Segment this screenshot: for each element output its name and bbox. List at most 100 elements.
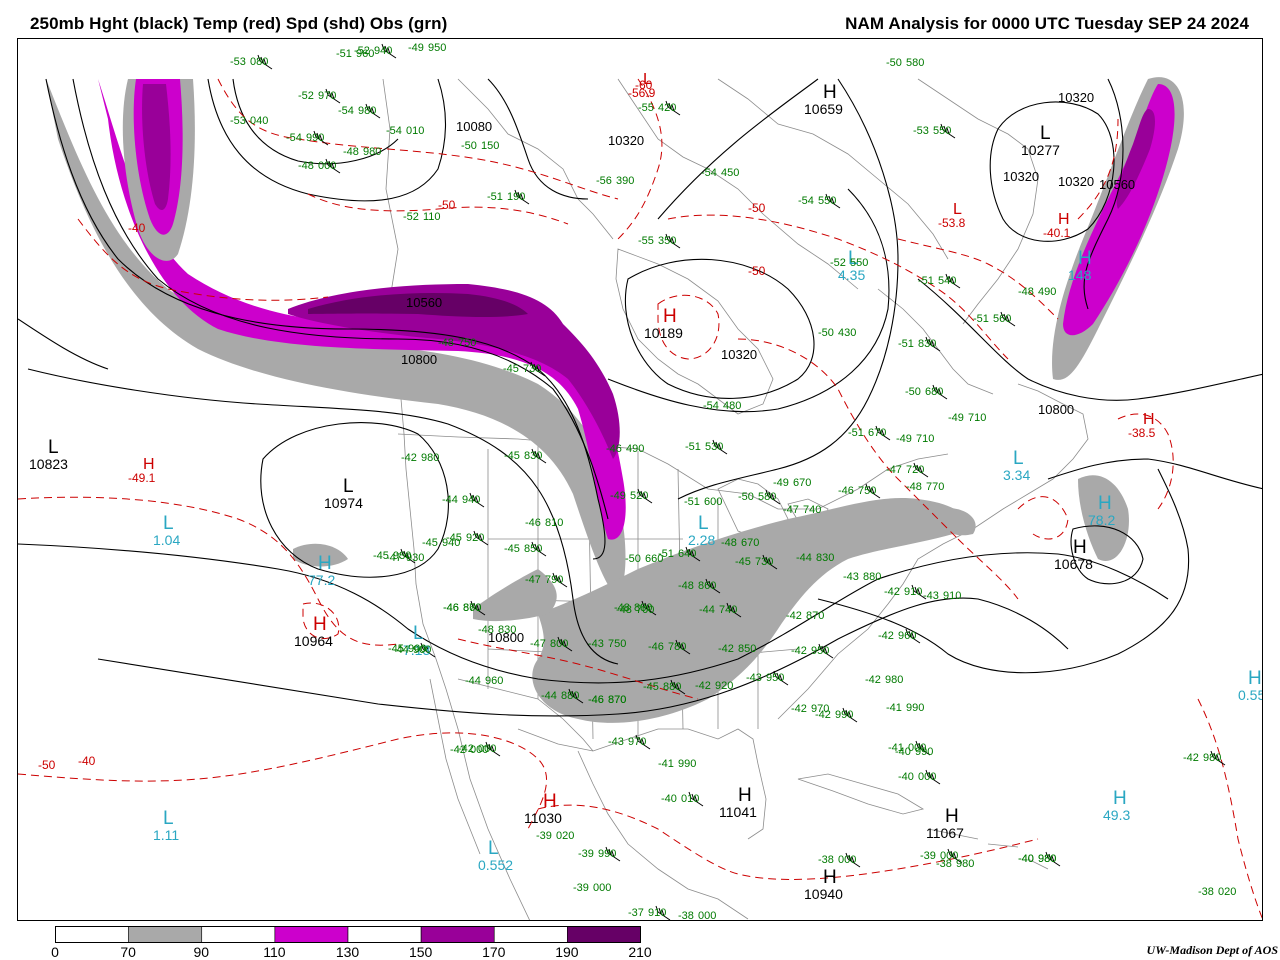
station-height: 490 [626, 443, 644, 455]
station-height: 710 [916, 433, 934, 445]
station-height: 750 [608, 638, 626, 650]
temp-extremum-value: -49.1 [128, 471, 156, 485]
station-temperature: -38 [818, 854, 834, 866]
colorbar-tick-label: 110 [263, 944, 286, 960]
colorbar-tick-label: 170 [482, 944, 506, 960]
station-height: 020 [1218, 886, 1236, 898]
station-temperature: -51 [685, 441, 701, 453]
jet-shade-110-ne [1063, 84, 1175, 336]
us-canada-border [397, 433, 949, 510]
station-height: 580 [758, 491, 776, 503]
height-contour-label: 10080 [456, 119, 492, 134]
height-contour-label: 10320 [1058, 90, 1094, 105]
colorbar-segment [567, 926, 641, 943]
station-temperature: -42 [786, 610, 802, 622]
colorbar-segment [274, 926, 349, 943]
station-temperature: -42 [458, 743, 474, 755]
station-height: 830 [816, 552, 834, 564]
extremum-letter: H [1248, 668, 1262, 689]
station-height: 640 [678, 548, 696, 560]
extremum-value: 10974 [324, 495, 363, 511]
extremum-letter: H [1113, 788, 1127, 809]
station-height: 550 [933, 125, 951, 137]
extremum-letter: L [163, 808, 174, 829]
colorbar-tick-label: 190 [555, 944, 579, 960]
station-height: 980 [363, 146, 381, 158]
extremum-letter: H [1073, 537, 1087, 558]
station-height: 790 [545, 574, 563, 586]
station-height: 710 [968, 412, 986, 424]
extremum-value: 11067 [926, 825, 964, 841]
station-height: 870 [806, 610, 824, 622]
station-temperature: -48 [1018, 286, 1034, 298]
temp-extremum-value: -38.5 [1128, 426, 1156, 440]
station-temperature: -52 [403, 211, 419, 223]
station-height: 980 [956, 858, 974, 870]
extremum-value: 4.35 [838, 267, 865, 283]
canada-arctic-1 [457, 78, 614, 240]
extremum-letter: H [313, 614, 327, 635]
station-height: 350 [658, 235, 676, 247]
station-temperature: -52 [830, 257, 846, 269]
station-temperature: -43 [923, 590, 939, 602]
colorbar-tick-label: 130 [335, 944, 360, 960]
station-height: 780 [668, 641, 686, 653]
height-contour-label: 10320 [1003, 169, 1039, 184]
extremum-value: 77.2 [308, 572, 335, 588]
station-temperature: -46 [588, 694, 604, 706]
station-temperature: -49 [408, 42, 424, 54]
station-height: 000 [940, 850, 958, 862]
station-temperature: -50 [905, 386, 921, 398]
station-temperature: -49 [896, 433, 912, 445]
station-temperature: -43 [843, 571, 859, 583]
station-temperature: -43 [588, 638, 604, 650]
station-temperature: -48 [721, 537, 737, 549]
station-height: 420 [658, 102, 676, 114]
extremum-letter: H [663, 306, 677, 327]
station-height: 980 [1038, 853, 1056, 865]
station-temperature: -46 [443, 602, 459, 614]
station-height: 080 [250, 56, 268, 68]
colorbar-tick-label: 70 [120, 944, 136, 960]
contour-upper-1 [487, 78, 589, 200]
station-temperature: -43 [608, 736, 624, 748]
extremum-letter: H [823, 867, 837, 888]
station-height: 670 [793, 477, 811, 489]
station-height: 990 [906, 702, 924, 714]
station-height: 950 [766, 672, 784, 684]
station-height: 990 [835, 709, 853, 721]
temperature-contour-label: -40 [78, 754, 96, 768]
station-temperature: -48 [478, 624, 494, 636]
station-temperature: -51 [848, 427, 864, 439]
extremum-letter: H [1098, 493, 1112, 514]
extremum-letter: L [488, 838, 499, 859]
station-temperature: -49 [948, 412, 964, 424]
temp-extremum-value: -56.9 [628, 86, 656, 100]
height-contour-label: 10560 [406, 295, 442, 310]
station-height: 750 [458, 337, 476, 349]
station-height: 980 [1203, 752, 1221, 764]
station-temperature: -51 [973, 313, 989, 325]
station-temperature: -50 [738, 491, 754, 503]
station-temperature: -44 [442, 494, 458, 506]
station-height: 750 [858, 485, 876, 497]
station-height: 990 [598, 848, 616, 860]
extremum-letter: H [318, 553, 332, 574]
station-height: 870 [608, 694, 626, 706]
station-height: 830 [918, 338, 936, 350]
station-height: 450 [721, 167, 739, 179]
colorbar-segment [347, 926, 422, 943]
extremum-letter: H [823, 82, 837, 103]
station-height: 550 [850, 257, 868, 269]
wind-speed-colorbar [55, 926, 641, 943]
station-temperature: -51 [684, 496, 700, 508]
station-temperature: -47 [525, 574, 541, 586]
height-contour-label: 10800 [1038, 402, 1074, 417]
station-height: 550 [818, 195, 836, 207]
colorbar-tick-label: 0 [51, 944, 59, 960]
station-temperature: -40 [898, 771, 914, 783]
station-temperature: -53 [230, 115, 246, 127]
extremum-letter: H [543, 791, 557, 812]
station-temperature: -55 [638, 235, 654, 247]
extremum-value: 11030 [524, 810, 562, 826]
